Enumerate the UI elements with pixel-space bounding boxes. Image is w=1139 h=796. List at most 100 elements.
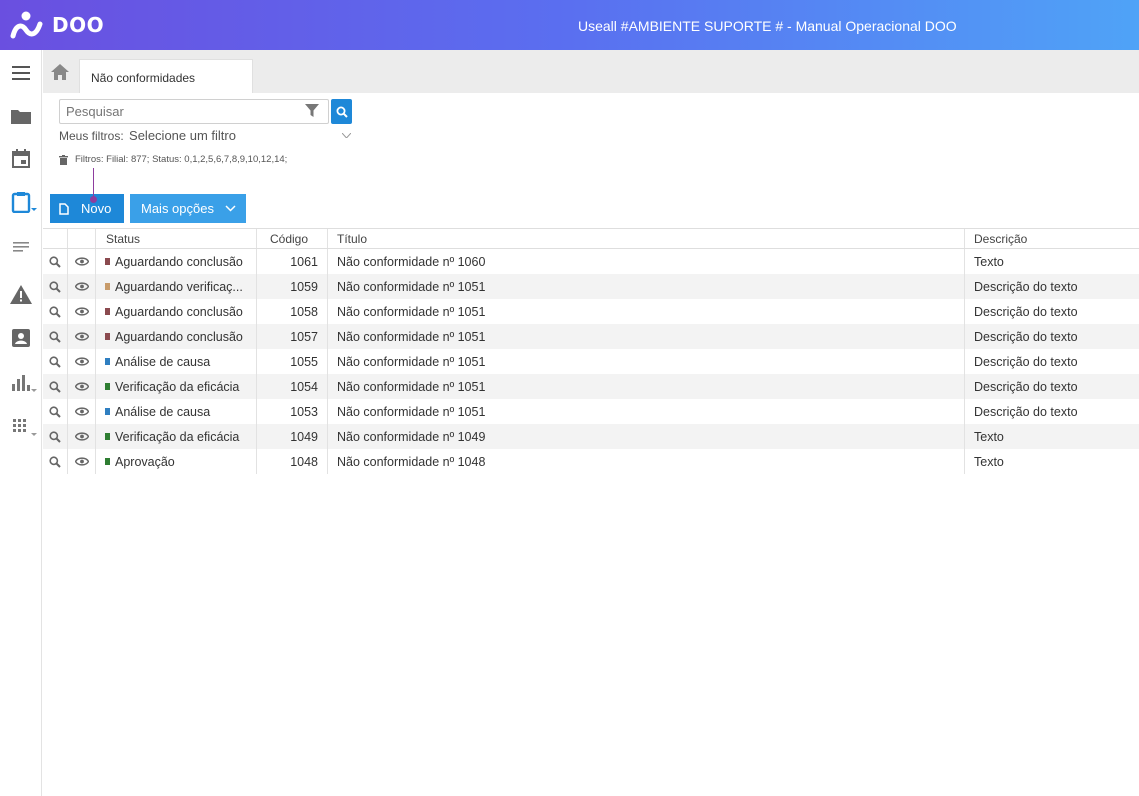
status-color-marker xyxy=(105,358,110,365)
title-cell: Não conformidade nº 1051 xyxy=(328,299,965,324)
status-color-marker xyxy=(105,433,110,440)
zoom-button[interactable] xyxy=(43,374,68,399)
pointer-annotation-line xyxy=(93,168,94,199)
view-button[interactable] xyxy=(68,349,96,374)
table-row[interactable]: Análise de causa 1055 Não conformidade nº … xyxy=(43,349,1139,374)
sidebar-item-clipboard[interactable] xyxy=(0,187,42,217)
eye-icon xyxy=(74,357,89,366)
eye-icon xyxy=(74,457,89,466)
search-input[interactable] xyxy=(59,99,329,124)
active-filters-text: Filtros: Filial: 877; Status: 0,1,2,5,6,… xyxy=(75,154,288,165)
description-cell: Descrição do texto xyxy=(974,404,1078,419)
zoom-button[interactable] xyxy=(43,274,68,299)
my-filters-select[interactable]: Selecione um filtro xyxy=(129,128,236,143)
code-cell: 1054 xyxy=(257,374,328,399)
zoom-button[interactable] xyxy=(43,299,68,324)
eye-icon xyxy=(74,257,89,266)
view-button[interactable] xyxy=(68,374,96,399)
table-row[interactable]: Aguardando conclusão 1058 Não conformidade… xyxy=(43,299,1139,324)
new-button[interactable]: Novo xyxy=(50,194,124,223)
status-text: Análise de causa xyxy=(115,354,211,369)
status-color-marker xyxy=(105,258,110,265)
filter-icon[interactable] xyxy=(305,104,319,118)
home-button[interactable] xyxy=(51,64,69,80)
status-text: Verificação da eficácia xyxy=(115,429,240,444)
view-button[interactable] xyxy=(68,449,96,474)
chevron-down-icon xyxy=(225,205,236,212)
view-button[interactable] xyxy=(68,299,96,324)
sidebar-item-list[interactable] xyxy=(0,232,42,262)
view-button[interactable] xyxy=(68,324,96,349)
header-description[interactable]: Descrição xyxy=(965,229,1139,248)
zoom-button[interactable] xyxy=(43,449,68,474)
menu-icon xyxy=(12,66,30,80)
header-status[interactable]: Status xyxy=(96,229,257,248)
table-row[interactable]: Verificação da eficácia 1049 Não conformid… xyxy=(43,424,1139,449)
description-cell: Texto xyxy=(974,429,1004,444)
zoom-button[interactable] xyxy=(43,399,68,424)
search-button[interactable] xyxy=(331,99,352,124)
title-cell: Não conformidade nº 1051 xyxy=(328,349,965,374)
logo[interactable]: DOO xyxy=(10,10,104,40)
magnifier-icon xyxy=(49,355,61,368)
status-cell: Análise de causa xyxy=(96,399,257,424)
zoom-button[interactable] xyxy=(43,349,68,374)
folder-icon xyxy=(11,110,31,124)
code-cell: 1059 xyxy=(257,274,328,299)
search-bar xyxy=(59,99,352,124)
status-cell: Aguardando verificaç... xyxy=(96,274,257,299)
status-cell: Aguardando conclusão xyxy=(96,299,257,324)
view-button[interactable] xyxy=(68,274,96,299)
header-view-column xyxy=(68,229,96,248)
table-row[interactable]: Aguardando conclusão 1061 Não conformidade… xyxy=(43,249,1139,274)
sidebar-item-contacts[interactable] xyxy=(0,323,42,353)
view-button[interactable] xyxy=(68,424,96,449)
eye-icon xyxy=(74,382,89,391)
logo-icon xyxy=(10,11,43,39)
status-text: Análise de causa xyxy=(115,404,211,419)
sidebar-item-calendar[interactable] xyxy=(0,143,42,173)
header-title[interactable]: Título xyxy=(328,229,965,248)
status-cell: Aguardando conclusão xyxy=(96,324,257,349)
zoom-button[interactable] xyxy=(43,424,68,449)
status-color-marker xyxy=(105,308,110,315)
sidebar-item-reports[interactable] xyxy=(0,368,42,398)
status-text: Aguardando conclusão xyxy=(115,304,243,319)
zoom-button[interactable] xyxy=(43,249,68,274)
status-color-marker xyxy=(105,458,110,465)
logo-text: DOO xyxy=(52,13,105,37)
status-cell: Verificação da eficácia xyxy=(96,424,257,449)
table-row[interactable]: Aguardando verificaç... 1059 Não conformid… xyxy=(43,274,1139,299)
chevron-down-icon[interactable] xyxy=(342,133,351,138)
table-row[interactable]: Aprovação 1048 Não conformidade nº 1048 Tex… xyxy=(43,449,1139,474)
description-cell: Descrição do texto xyxy=(974,279,1078,294)
title-cell: Não conformidade nº 1051 xyxy=(328,374,965,399)
eye-icon xyxy=(74,332,89,341)
status-text: Verificação da eficácia xyxy=(115,379,240,394)
home-icon xyxy=(51,64,69,80)
nonconformity-table: Status Código Título Descrição Aguardand… xyxy=(43,228,1139,474)
status-text: Aguardando conclusão xyxy=(115,254,243,269)
table-row[interactable]: Aguardando conclusão 1057 Não conformidade… xyxy=(43,324,1139,349)
sidebar-item-folder[interactable] xyxy=(0,101,42,131)
table-row[interactable]: Verificação da eficácia 1054 Não conformid… xyxy=(43,374,1139,399)
trash-icon[interactable] xyxy=(59,154,68,165)
more-options-button[interactable]: Mais opções xyxy=(130,194,246,223)
magnifier-icon xyxy=(49,280,61,293)
tab-nao-conformidades[interactable]: Não conformidades xyxy=(79,59,253,93)
my-filters[interactable]: Meus filtros: Selecione um filtro xyxy=(59,128,236,143)
zoom-button[interactable] xyxy=(43,324,68,349)
magnifier-icon xyxy=(49,430,61,443)
table-row[interactable]: Análise de causa 1053 Não conformidade nº … xyxy=(43,399,1139,424)
new-document-icon xyxy=(59,202,69,215)
sidebar-item-warning[interactable] xyxy=(0,279,42,309)
view-button[interactable] xyxy=(68,249,96,274)
header-code[interactable]: Código xyxy=(257,229,328,248)
code-cell: 1049 xyxy=(257,424,328,449)
view-button[interactable] xyxy=(68,399,96,424)
code-cell: 1057 xyxy=(257,324,328,349)
code-cell: 1048 xyxy=(257,449,328,474)
sidebar-item-apps[interactable] xyxy=(0,412,42,442)
sidebar-menu-toggle[interactable] xyxy=(0,58,42,88)
magnifier-icon xyxy=(49,455,61,468)
